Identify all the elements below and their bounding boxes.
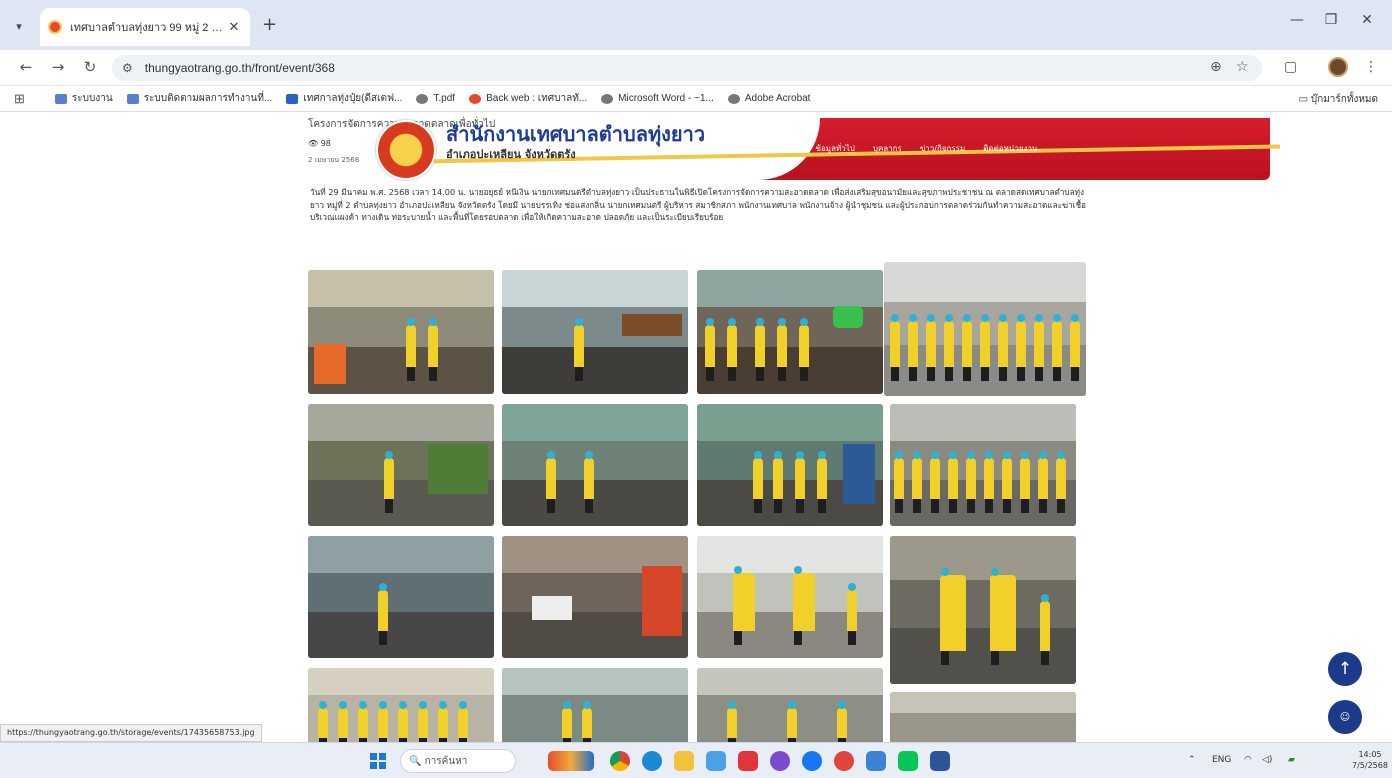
nav-item[interactable]: ข่าว/กิจกรรม bbox=[920, 142, 965, 155]
volume-icon[interactable]: ◁) bbox=[1262, 755, 1272, 765]
store-icon[interactable] bbox=[706, 751, 726, 771]
bookmark-item[interactable]: Adobe Acrobat bbox=[727, 93, 810, 104]
new-tab-icon[interactable]: + bbox=[262, 14, 277, 35]
url-text: thungyaotrang.go.th/front/event/368 bbox=[144, 61, 335, 75]
edge-icon[interactable] bbox=[642, 751, 662, 771]
arrow-up-icon: ↑ bbox=[1337, 659, 1353, 679]
site-info-icon[interactable]: ⚙ bbox=[122, 61, 133, 75]
gallery-photo[interactable] bbox=[502, 404, 688, 526]
tray-chevron-icon[interactable]: ⌃ bbox=[1188, 755, 1196, 765]
word-icon[interactable] bbox=[930, 751, 950, 771]
close-tab-icon[interactable]: ✕ bbox=[226, 20, 242, 35]
nav-item[interactable]: บุคลากร bbox=[873, 142, 902, 155]
tab-search-icon[interactable]: ▾ bbox=[8, 15, 30, 37]
event-description: วันที่ 29 มีนาคม พ.ศ. 2568 เวลา 14.00 น.… bbox=[310, 187, 1086, 222]
restore-icon[interactable]: ❐ bbox=[1316, 12, 1346, 28]
battery-icon[interactable]: ▰ bbox=[1288, 755, 1295, 765]
status-bar-url: https://thungyaotrang.go.th/storage/even… bbox=[0, 724, 262, 742]
gallery-photo[interactable] bbox=[308, 536, 494, 658]
bookmark-item[interactable]: Microsoft Word - ~1... bbox=[601, 93, 714, 104]
accessibility-button[interactable]: ☺ bbox=[1328, 700, 1362, 734]
language-indicator[interactable]: ENG bbox=[1212, 755, 1231, 765]
bookmark-item[interactable]: ระบบงาน bbox=[54, 91, 113, 106]
apps-icon[interactable]: ⊞ bbox=[14, 91, 25, 107]
gallery-photo[interactable] bbox=[884, 262, 1086, 396]
line-icon[interactable] bbox=[898, 751, 918, 771]
nav-item[interactable]: ข้อมูลทั่วไป bbox=[816, 142, 855, 155]
gallery-photo[interactable] bbox=[308, 270, 494, 394]
bookmark-item[interactable]: เทศกาลทุ่งปุ๋ย(ดีสเตฟ... bbox=[286, 91, 402, 106]
favicon-icon bbox=[48, 20, 62, 34]
windows-start-icon[interactable] bbox=[370, 753, 386, 769]
gallery-photo[interactable] bbox=[890, 404, 1076, 526]
bookmark-item[interactable]: T.pdf bbox=[416, 93, 455, 104]
view-count: 👁 98 bbox=[308, 139, 331, 148]
all-bookmarks-folder[interactable]: ▭ บุ๊กมาร์กทั้งหมด bbox=[1299, 92, 1378, 107]
menu-icon[interactable]: ⋮ bbox=[1364, 59, 1378, 75]
reload-icon[interactable]: ↻ bbox=[80, 58, 100, 76]
wifi-icon[interactable]: ◠ bbox=[1244, 755, 1252, 765]
forward-icon[interactable]: → bbox=[48, 58, 68, 76]
tab-title: เทศบาลตำบลทุ่งยาว 99 หมู่ 2 ถนน bbox=[70, 22, 226, 34]
bookmark-star-icon[interactable]: ☆ bbox=[1236, 59, 1249, 75]
address-bar[interactable]: ⚙ thungyaotrang.go.th/front/event/368 bbox=[112, 55, 1262, 81]
youtube-icon[interactable] bbox=[738, 751, 758, 771]
file-explorer-icon[interactable] bbox=[674, 751, 694, 771]
org-subtitle: อำเภอปะเหลียน จังหวัดตรัง bbox=[446, 148, 576, 161]
scroll-top-button[interactable]: ↑ bbox=[1328, 652, 1362, 686]
close-window-icon[interactable]: ✕ bbox=[1352, 12, 1382, 28]
back-icon[interactable]: ← bbox=[16, 58, 36, 76]
gallery-photo[interactable] bbox=[502, 270, 688, 394]
gallery-photo[interactable] bbox=[697, 404, 883, 526]
nav-item[interactable]: ติดต่อหน่วยงาน bbox=[983, 142, 1037, 155]
widget-icon[interactable] bbox=[548, 751, 594, 771]
site-nav: หน้าแรก ข้อมูลทั่วไป บุคลากร ข่าว/กิจกรร… bbox=[768, 142, 1037, 155]
taskbar-clock[interactable]: 14:05 7/5/2568 bbox=[1352, 749, 1388, 771]
zoom-icon[interactable]: ⊕ bbox=[1210, 59, 1222, 75]
gallery-photo[interactable] bbox=[890, 536, 1076, 684]
tab-strip: ▾ เทศบาลตำบลทุ่งยาว 99 หมู่ 2 ถนน ✕ + — … bbox=[0, 0, 1392, 50]
bookmark-item[interactable]: ระบบติดตามผลการทำงานที่... bbox=[126, 91, 272, 106]
extensions-icon[interactable]: ▢ bbox=[1284, 59, 1297, 75]
browser-toolbar: ← → ↻ ⚙ thungyaotrang.go.th/front/event/… bbox=[0, 50, 1392, 86]
profile-avatar[interactable] bbox=[1328, 57, 1348, 77]
event-date: 2 เมษายน 2568 bbox=[308, 156, 360, 164]
gallery-photo[interactable] bbox=[308, 404, 494, 526]
taskbar: 🔍 การค้นหา ⌃ ENG ◠ ◁) ▰ 14:05 7/5/2568 bbox=[0, 742, 1392, 778]
accessibility-icon: ☺ bbox=[1339, 711, 1351, 723]
gallery-photo[interactable] bbox=[697, 536, 883, 658]
taskbar-search[interactable]: 🔍 การค้นหา bbox=[400, 749, 516, 773]
mail-icon[interactable] bbox=[866, 751, 886, 771]
photo-gallery bbox=[308, 262, 1088, 762]
municipality-seal-logo[interactable] bbox=[376, 120, 436, 180]
gallery-photo[interactable] bbox=[697, 270, 883, 394]
browser-tab[interactable]: เทศบาลตำบลทุ่งยาว 99 หมู่ 2 ถนน ✕ bbox=[40, 8, 250, 46]
gallery-photo[interactable] bbox=[502, 536, 688, 658]
facebook-icon[interactable] bbox=[802, 751, 822, 771]
nav-item[interactable]: หน้าแรก bbox=[768, 142, 798, 155]
app-icon[interactable] bbox=[834, 751, 854, 771]
app-icon[interactable] bbox=[770, 751, 790, 771]
chrome-icon[interactable] bbox=[610, 751, 630, 771]
bookmarks-bar: ⊞ ระบบงาน ระบบติดตามผลการทำงานที่... เทศ… bbox=[0, 86, 1392, 112]
bookmark-item[interactable]: Back web : เทศบาลทั... bbox=[469, 91, 587, 106]
minimize-icon[interactable]: — bbox=[1282, 12, 1312, 28]
